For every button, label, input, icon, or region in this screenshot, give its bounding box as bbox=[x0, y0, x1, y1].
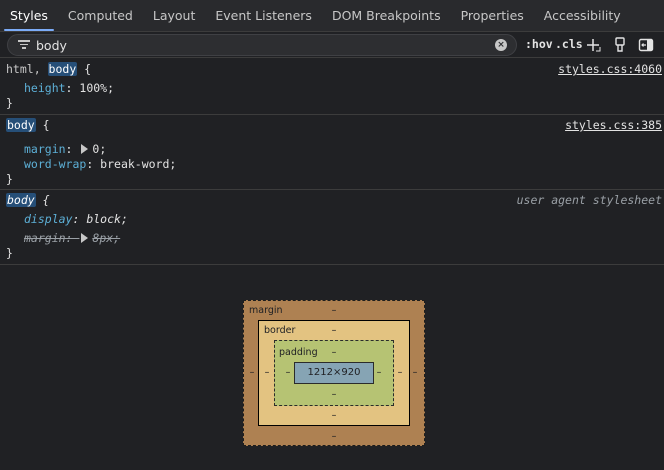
filter-box: × bbox=[7, 34, 517, 56]
property-name[interactable]: word-wrap bbox=[24, 157, 86, 171]
margin-top-value[interactable]: – bbox=[329, 305, 339, 316]
padding-label: padding bbox=[279, 347, 318, 358]
padding-top-value[interactable]: – bbox=[329, 347, 339, 358]
margin-label: margin bbox=[249, 305, 283, 316]
tab-properties[interactable]: Properties bbox=[451, 0, 534, 31]
open-brace: { bbox=[35, 193, 50, 207]
close-brace: } bbox=[6, 246, 13, 260]
border-right-value[interactable]: – bbox=[395, 367, 405, 378]
rule-selector: body { bbox=[6, 193, 50, 208]
rule-selector[interactable]: body { bbox=[6, 118, 50, 133]
close-brace: } bbox=[6, 172, 13, 186]
colon: : bbox=[86, 157, 101, 171]
rule-source-link[interactable]: styles.css:4060 bbox=[558, 62, 662, 77]
filter-icon bbox=[18, 40, 30, 50]
border-label: border bbox=[264, 325, 296, 336]
property-value: block; bbox=[86, 212, 128, 226]
class-toggle[interactable]: .cls bbox=[555, 37, 583, 51]
style-rule-body: body { styles.css:385 margin: 0; word-wr… bbox=[0, 115, 664, 190]
border-left-value[interactable]: – bbox=[262, 367, 272, 378]
expand-triangle-icon[interactable] bbox=[81, 144, 89, 154]
rule-source-link[interactable]: styles.css:385 bbox=[565, 118, 662, 133]
open-brace: { bbox=[77, 62, 92, 76]
margin-left-value[interactable]: – bbox=[247, 367, 257, 378]
declaration[interactable]: word-wrap: break-word; bbox=[24, 157, 176, 172]
rule-source-label: user agent stylesheet bbox=[516, 193, 662, 207]
expand-triangle-icon[interactable] bbox=[81, 233, 89, 243]
new-style-rule-icon[interactable] bbox=[585, 37, 601, 53]
clear-filter-icon[interactable]: × bbox=[495, 39, 507, 51]
open-brace: { bbox=[35, 118, 50, 132]
style-rule-html-body: html, body { styles.css:4060 height: 100… bbox=[0, 59, 664, 115]
border-top-value[interactable]: – bbox=[329, 325, 339, 336]
property-value[interactable]: 0; bbox=[92, 142, 106, 156]
declaration: display: block; bbox=[24, 212, 128, 227]
colon: : bbox=[65, 81, 80, 95]
selector-prefix: html, bbox=[6, 62, 48, 76]
tab-event-listeners[interactable]: Event Listeners bbox=[205, 0, 322, 31]
margin-right-value[interactable]: – bbox=[410, 367, 420, 378]
property-value: 8px; bbox=[92, 231, 121, 245]
tab-accessibility[interactable]: Accessibility bbox=[534, 0, 631, 31]
box-model-diagram: 1212×920 margin border padding – – – – –… bbox=[0, 266, 664, 470]
colon: : bbox=[65, 231, 80, 245]
colon: : bbox=[72, 212, 87, 226]
overridden-declaration: margin: 8px; bbox=[24, 231, 120, 246]
property-name[interactable]: margin bbox=[24, 142, 66, 156]
property-name: margin bbox=[24, 231, 66, 245]
declaration[interactable]: margin: 0; bbox=[24, 142, 106, 157]
filter-input[interactable] bbox=[36, 37, 476, 53]
box-model-content-size[interactable]: 1212×920 bbox=[294, 362, 374, 384]
toggle-sidebar-icon[interactable] bbox=[638, 37, 654, 53]
tab-layout[interactable]: Layout bbox=[143, 0, 206, 31]
hover-state-toggle[interactable]: :hov bbox=[525, 37, 553, 51]
color-format-icon[interactable] bbox=[612, 37, 628, 53]
border-bottom-value[interactable]: – bbox=[329, 410, 339, 421]
padding-right-value[interactable]: – bbox=[374, 367, 384, 378]
padding-left-value[interactable]: – bbox=[283, 367, 293, 378]
close-brace: } bbox=[6, 96, 13, 110]
declaration[interactable]: height: 100%; bbox=[24, 81, 114, 96]
devtools-subtab-bar: Styles Computed Layout Event Listeners D… bbox=[0, 0, 664, 32]
property-name[interactable]: height bbox=[24, 81, 66, 95]
margin-bottom-value[interactable]: – bbox=[329, 431, 339, 442]
colon: : bbox=[65, 142, 80, 156]
tab-computed[interactable]: Computed bbox=[58, 0, 143, 31]
styles-toolbar: × :hov .cls bbox=[0, 33, 664, 58]
selector-match: body bbox=[47, 62, 78, 76]
tab-dom-breakpoints[interactable]: DOM Breakpoints bbox=[322, 0, 451, 31]
selector-match: body bbox=[6, 193, 36, 207]
property-value[interactable]: 100%; bbox=[79, 81, 114, 95]
style-rule-user-agent: body { user agent stylesheet display: bl… bbox=[0, 190, 664, 265]
property-name: display bbox=[24, 212, 73, 226]
tab-styles[interactable]: Styles bbox=[0, 0, 58, 31]
rule-selector[interactable]: html, body { bbox=[6, 62, 91, 77]
selector-match: body bbox=[6, 118, 36, 132]
property-value[interactable]: break-word; bbox=[100, 157, 176, 171]
padding-bottom-value[interactable]: – bbox=[329, 389, 339, 400]
